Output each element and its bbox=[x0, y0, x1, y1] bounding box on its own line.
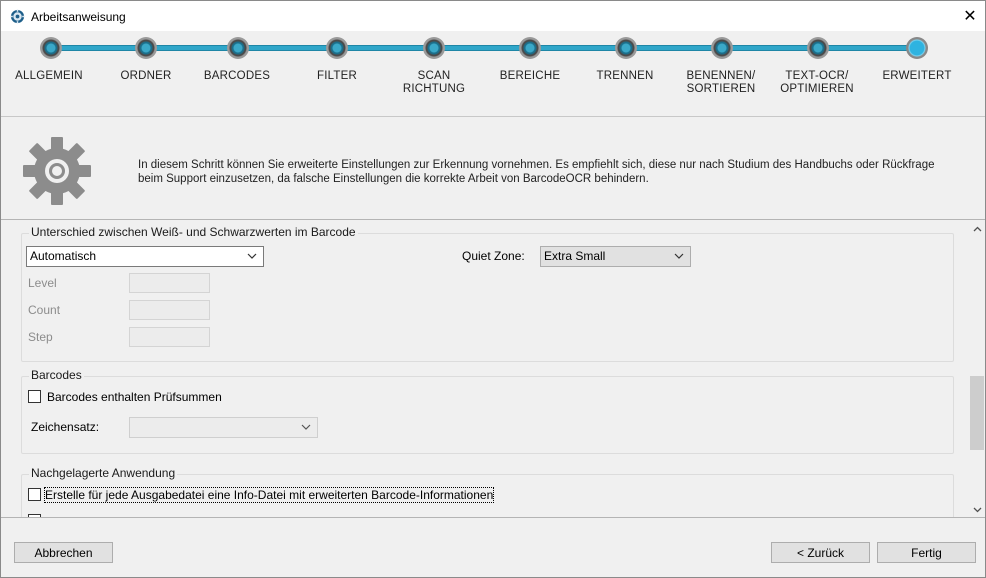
step-dot-bereiche[interactable] bbox=[519, 37, 541, 59]
scroll-down-button[interactable] bbox=[969, 502, 985, 517]
step-dot-erweitert[interactable] bbox=[906, 37, 928, 59]
count-input bbox=[129, 300, 210, 320]
step-input bbox=[129, 327, 210, 347]
step-label-allgemein[interactable]: ALLGEMEIN bbox=[0, 70, 104, 83]
step-dot-scan-richtung[interactable] bbox=[423, 37, 445, 59]
settings-scroll-area[interactable]: Unterschied zwischen Weiß- und Schwarzwe… bbox=[1, 221, 985, 518]
step-dot-benennen[interactable] bbox=[711, 37, 733, 59]
barcodes-group-legend: Barcodes bbox=[29, 368, 84, 382]
step-dot-filter[interactable] bbox=[326, 37, 348, 59]
quiet-zone-label: Quiet Zone: bbox=[462, 249, 525, 263]
step-dot-allgemein[interactable] bbox=[40, 37, 62, 59]
quiet-zone-value: Extra Small bbox=[544, 249, 606, 263]
next-option-checkbox[interactable] bbox=[28, 514, 41, 517]
count-label: Count bbox=[28, 303, 61, 317]
threshold-mode-value: Automatisch bbox=[30, 249, 97, 263]
chevron-down-icon bbox=[973, 507, 981, 513]
vertical-scrollbar[interactable] bbox=[969, 221, 985, 517]
barcodes-group: Barcodes bbox=[21, 368, 954, 454]
chevron-down-icon bbox=[301, 424, 311, 430]
step-label-erweitert[interactable]: ERWEITERT bbox=[862, 70, 972, 83]
infofile-label[interactable]: Erstelle für jede Ausgabedatei eine Info… bbox=[43, 487, 495, 503]
title-bar: Arbeitsanweisung ✕ bbox=[1, 1, 985, 31]
cancel-button[interactable]: Abbrechen bbox=[14, 542, 113, 563]
threshold-group-legend: Unterschied zwischen Weiß- und Schwarzwe… bbox=[29, 225, 358, 239]
wizard-step-bar: ALLGEMEIN ORDNER BARCODES FILTER SCAN RI… bbox=[1, 31, 985, 117]
close-icon: ✕ bbox=[963, 8, 977, 25]
back-button[interactable]: < Zurück bbox=[771, 542, 870, 563]
step-label-filter[interactable]: FILTER bbox=[282, 70, 392, 83]
step-label-scan-richtung[interactable]: SCAN RICHTUNG bbox=[379, 70, 489, 96]
infofile-checkbox[interactable] bbox=[28, 488, 41, 501]
info-panel: In diesem Schritt können Sie erweiterte … bbox=[1, 118, 985, 220]
post-processing-group-legend: Nachgelagerte Anwendung bbox=[29, 466, 178, 480]
footer-bar: Abbrechen < Zurück Fertig bbox=[1, 519, 985, 577]
step-progress-line bbox=[51, 45, 918, 51]
level-input bbox=[129, 273, 210, 293]
close-button[interactable]: ✕ bbox=[955, 1, 985, 31]
step-label-benennen[interactable]: BENENNEN/ SORTIEREN bbox=[666, 70, 776, 96]
chevron-up-icon bbox=[973, 226, 981, 232]
chevron-down-icon bbox=[674, 253, 684, 259]
quiet-zone-select[interactable]: Extra Small bbox=[540, 246, 691, 267]
threshold-mode-select[interactable]: Automatisch bbox=[26, 246, 264, 267]
wizard-window: Arbeitsanweisung ✕ ALLGEMEIN ORDNER BARC… bbox=[0, 0, 986, 578]
window-title: Arbeitsanweisung bbox=[31, 10, 126, 24]
checksum-label[interactable]: Barcodes enthalten Prüfsummen bbox=[47, 390, 222, 404]
step-dot-barcodes[interactable] bbox=[227, 37, 249, 59]
charset-label: Zeichensatz: bbox=[31, 420, 100, 434]
checksum-checkbox[interactable] bbox=[28, 390, 41, 403]
gear-app-icon bbox=[10, 9, 25, 24]
info-description: In diesem Schritt können Sie erweiterte … bbox=[138, 159, 935, 185]
scroll-thumb[interactable] bbox=[970, 376, 984, 450]
step-label: Step bbox=[28, 330, 53, 344]
step-dot-text-ocr[interactable] bbox=[807, 37, 829, 59]
step-label-text-ocr[interactable]: TEXT-OCR/ OPTIMIEREN bbox=[762, 70, 872, 96]
charset-select[interactable] bbox=[129, 417, 318, 438]
level-label: Level bbox=[28, 276, 57, 290]
finish-button[interactable]: Fertig bbox=[877, 542, 976, 563]
step-dot-trennen[interactable] bbox=[615, 37, 637, 59]
step-label-trennen[interactable]: TRENNEN bbox=[570, 70, 680, 83]
step-label-bereiche[interactable]: BEREICHE bbox=[475, 70, 585, 83]
gear-icon bbox=[23, 137, 91, 205]
step-dot-ordner[interactable] bbox=[135, 37, 157, 59]
chevron-down-icon bbox=[247, 253, 257, 259]
step-label-barcodes[interactable]: BARCODES bbox=[182, 70, 292, 83]
scroll-up-button[interactable] bbox=[969, 221, 985, 237]
